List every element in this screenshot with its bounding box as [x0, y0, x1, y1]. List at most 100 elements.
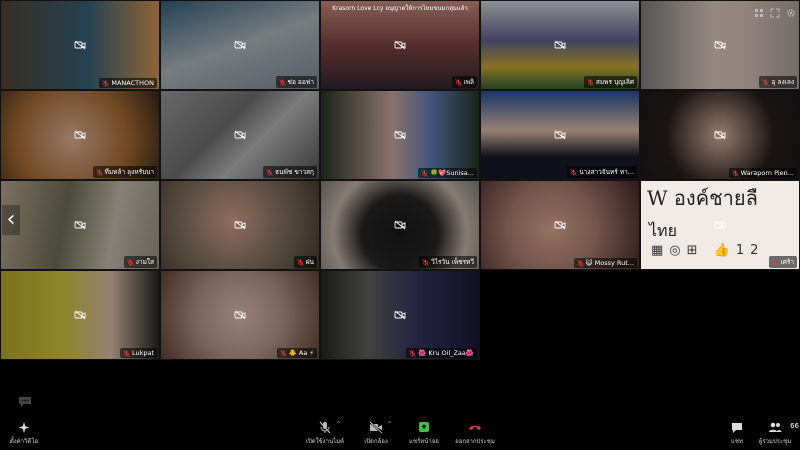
mic-muted-icon [95, 168, 103, 176]
video-settings-label: ตั้งค่าวิดีโอ [9, 438, 39, 445]
participant-tile[interactable]: สมพร บุญเลิศ [480, 0, 640, 90]
mic-muted-icon [762, 78, 770, 86]
top-right-controls [754, 3, 796, 18]
participant-name: วิไรวัน เพ็ชรทวี [431, 258, 474, 266]
video-off-icon [394, 220, 406, 230]
participant-tile[interactable]: Lukpat [0, 270, 160, 360]
video-off-icon [554, 220, 566, 230]
video-off-icon [554, 40, 566, 50]
participant-name-tag: อุ ลงเลง [759, 76, 797, 88]
card-text-line2: ไทย [649, 221, 677, 240]
participant-tile[interactable]: Krasorn Love Lcy อนุญาตให้การไหมขนมกลุ่ม… [320, 0, 480, 90]
participant-name-tag: เพลิ [451, 76, 477, 88]
chat-label: แชท [731, 438, 743, 445]
chat-icon [732, 423, 742, 433]
video-off-icon [74, 40, 86, 50]
mic-muted-icon [296, 258, 304, 266]
participant-name: Waraporn Pien... [740, 169, 794, 177]
fullscreen-icon[interactable] [770, 3, 780, 18]
participants-icon [769, 422, 782, 432]
mic-muted-icon [319, 421, 331, 434]
participants-count: 66 [790, 422, 799, 430]
video-off-icon [394, 40, 406, 50]
share-screen-icon [419, 422, 429, 432]
participant-name-tag: ธนพัช ขาวสกุ [263, 166, 317, 178]
participant-name: 🍀💖Sunisa... [430, 169, 474, 177]
participant-name-tag: MANACTHON [99, 78, 157, 88]
grid-view-icon[interactable] [754, 3, 764, 17]
participant-name-tag: นางสาวจันทร์ ทา... [567, 166, 637, 178]
participant-name: เศร้า [780, 258, 795, 266]
mic-muted-icon [278, 78, 286, 86]
meeting-banner: Krasorn Love Lcy อนุญาตให้การไหมขนมกลุ่ม… [332, 5, 468, 12]
previous-page-arrow[interactable]: ‹ [2, 205, 20, 235]
sparkle-icon [18, 422, 30, 433]
participant-tile[interactable]: 🌺 Kru Oil_Zaa🌺 [320, 270, 480, 360]
video-off-icon [234, 220, 246, 230]
participant-name: ฝน [305, 258, 314, 266]
participant-tile[interactable]: ธนพัช ขาวสกุ [160, 90, 320, 180]
participant-tile[interactable]: 😺 Mossy Rut... [480, 180, 640, 270]
mic-muted-icon [576, 259, 584, 267]
participant-name: 🌺 Kru Oil_Zaa🌺 [418, 349, 474, 357]
mic-muted-icon [279, 349, 287, 357]
participant-name: 😺 Mossy Rut... [585, 259, 634, 267]
empty-tile [640, 270, 800, 360]
participant-name-tag: เศร้า [768, 256, 797, 268]
participant-name: นางสาวจันทร์ ทา... [579, 168, 634, 176]
participant-tile[interactable]: Waraporn Pien... [640, 90, 800, 180]
participant-name: เพลิ [463, 78, 475, 86]
participant-tile[interactable]: 🐥 Aa ⚡ [160, 270, 320, 360]
meeting-toolbar: ตั้งค่าวิดีโอ ^ เปิดใช้งานไมค์ ^ เปิดกล้… [0, 418, 800, 450]
card-icons: ▦◎⊞ 👍12 [651, 243, 765, 258]
video-off-icon [234, 130, 246, 140]
mic-muted-icon [454, 78, 462, 86]
participant-name: ทีมหล้า ลุงหรับบา [104, 168, 154, 176]
participant-name: MANACTHON [111, 79, 154, 87]
video-options-caret[interactable]: ^ [387, 421, 392, 428]
participant-name-tag: 🍀💖Sunisa... [418, 168, 477, 178]
mic-muted-icon [422, 258, 429, 266]
participant-name-tag: ฝน [293, 256, 317, 268]
mic-muted-icon [123, 349, 130, 357]
video-off-icon [74, 130, 86, 140]
video-off-icon [234, 310, 246, 320]
video-off-icon [554, 130, 566, 140]
participant-name: สมพร บุญเลิศ [595, 78, 634, 86]
participant-name-tag: งามใส [123, 256, 157, 268]
mic-options-caret[interactable]: ^ [336, 421, 341, 428]
participant-tile[interactable]: นางสาวจันทร์ ทา... [480, 90, 640, 180]
participant-name-tag: ทีมหล้า ลุงหรับบา [92, 166, 157, 178]
video-off-icon [369, 421, 383, 434]
participant-tile[interactable]: วิไรวัน เพ็ชรทวี [320, 180, 480, 270]
participant-tile[interactable]: งามใส [0, 180, 160, 270]
participants-button[interactable]: 66 ผู้ร่วมประชุม [745, 421, 800, 446]
mic-muted-icon [126, 258, 134, 266]
participant-name: ช่อ ออฟา [287, 78, 314, 86]
participant-tile[interactable]: ฝน [160, 180, 320, 270]
participants-label: ผู้ร่วมประชุม [758, 438, 792, 445]
video-grid: MANACTHON ช่อ ออฟา Krasorn Love Lcy อนุญาต… [0, 0, 800, 360]
leave-meeting-button[interactable]: ออกจากประชุม [445, 421, 505, 446]
video-off-icon [234, 40, 246, 50]
participant-name-tag: Waraporn Pien... [728, 168, 797, 178]
reaction-chat-icon[interactable] [17, 395, 33, 409]
participant-name-tag: สมพร บุญเลิศ [583, 76, 637, 88]
participant-name: งามใส [135, 258, 154, 266]
participant-tile[interactable]: W องค์ชายลื ไทย ▦◎⊞ 👍12 เศร้า [640, 180, 800, 270]
video-off-icon [714, 130, 726, 140]
video-label: เปิดกล้อง [364, 438, 388, 445]
mic-label: เปิดใช้งานไมค์ [305, 438, 345, 445]
participant-name-tag: 🐥 Aa ⚡ [276, 348, 317, 358]
mic-muted-icon [731, 169, 739, 177]
participant-tile[interactable]: ทีมหล้า ลุงหรับบา [0, 90, 160, 180]
video-settings-button[interactable]: ตั้งค่าวิดีโอ [0, 421, 54, 446]
participant-name-tag: 😺 Mossy Rut... [573, 258, 637, 268]
mic-muted-icon [570, 168, 578, 176]
participant-tile[interactable]: ช่อ ออฟา [160, 0, 320, 90]
mic-muted-icon [587, 78, 594, 86]
participant-tile[interactable]: MANACTHON [0, 0, 160, 90]
participant-tile[interactable]: 🍀💖Sunisa... [320, 90, 480, 180]
settings-gear-icon[interactable] [786, 3, 796, 17]
participant-name-tag: ช่อ ออฟา [275, 76, 317, 88]
